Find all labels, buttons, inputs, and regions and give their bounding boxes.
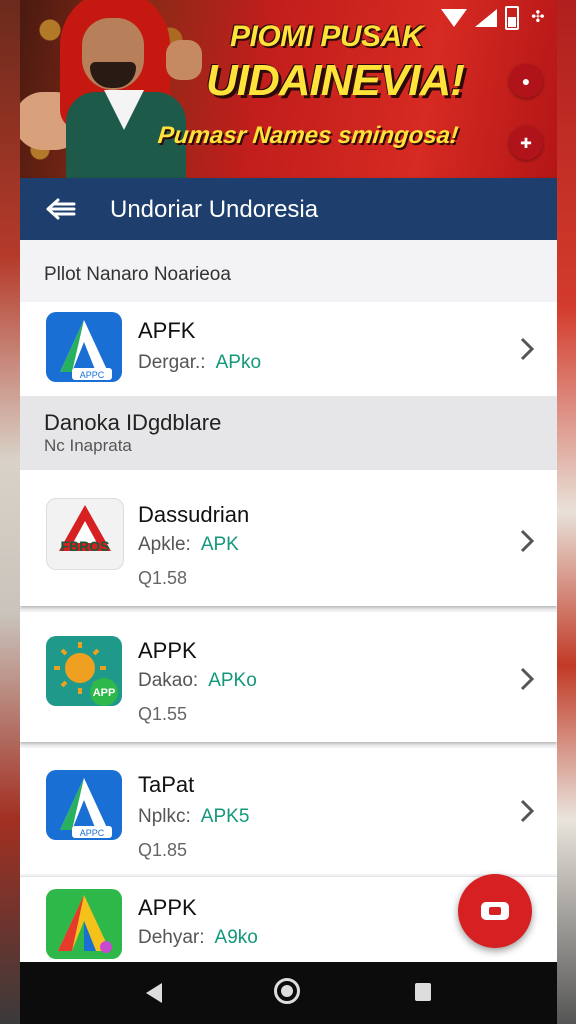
app-meta: Apkle: APK [138,534,239,555]
svg-text:FBROS: FBROS [61,538,110,554]
banner-title-line2: UIDAINEVIA! [206,56,465,105]
apk-a-logo-icon: APPC [46,770,122,840]
chevron-right-icon[interactable] [519,336,535,362]
featured-app-name: APFK [138,318,196,343]
list-item[interactable]: APPC TaPat Nplkc: APK5 Q1.85 [20,748,557,874]
app-bar-title: Undoriar Undoresia [110,196,319,223]
list-item[interactable]: FBROS Dassudrian Apkle: APK Q1.58 [20,470,557,606]
background-left [0,0,20,1024]
banner-plus-button[interactable]: ✚ [509,126,543,160]
colorful-a-logo-icon [46,889,122,959]
banner-record-button[interactable]: ● [509,64,543,98]
list-header: Pllot Nanaro Noarieoa [44,264,231,285]
app-name: APPK [138,895,197,920]
phone-screen: PIOMI PUSAK UIDAINEVIA! Pumasr Names smi… [20,0,557,1024]
featured-app-meta: Dergar.: APko [138,352,262,373]
background-right [556,0,576,1024]
camera-icon [481,902,509,920]
app-list-content: Pllot Nanaro Noarieoa APPC APFK Dergar.:… [20,240,557,963]
section-title: Danoka IDgdblare [44,410,222,435]
svg-text:APPC: APPC [80,828,105,838]
banner-subtitle: Pumasr Names smingosa! [156,122,460,149]
svg-text:APP: APP [93,687,116,699]
app-meta: Nplkc: APK5 [138,806,250,827]
signal-icon [475,9,497,27]
app-size: Q1.85 [138,840,188,860]
app-meta: Dehyar: A9ko [138,927,258,948]
section-header: Danoka IDgdblare Nc Inaprata [20,396,557,470]
list-item[interactable]: APP APPK Dakao: APKo Q1.55 [20,612,557,742]
record-fab-button[interactable] [458,874,532,948]
app-name: APPK [138,638,197,663]
wifi-icon [441,9,467,27]
chevron-right-icon[interactable] [519,528,535,554]
banner-figure-fist [166,40,202,80]
nav-back-icon[interactable] [144,982,164,1004]
svg-text:APPC: APPC [80,370,105,380]
chevron-right-icon[interactable] [519,798,535,824]
app-size: Q1.58 [138,568,188,588]
sun-logo-icon: APP [46,636,122,706]
section-subtitle: Nc Inaprata [44,436,132,455]
app-size: Q1.55 [138,704,188,724]
promo-banner[interactable]: PIOMI PUSAK UIDAINEVIA! Pumasr Names smi… [20,0,557,178]
status-bar: ✣ [441,6,549,30]
back-arrow-icon[interactable] [44,192,78,226]
battery-icon [505,6,519,30]
app-name: Dassudrian [138,502,250,527]
chevron-right-icon[interactable] [519,666,535,692]
featured-app-row[interactable]: APPC APFK Dergar.: APko [20,302,557,396]
app-name: TaPat [138,772,195,797]
app-meta: Dakao: APKo [138,670,257,691]
system-nav-bar [20,962,557,1024]
nav-home-icon[interactable] [274,978,300,1004]
red-triangle-logo-icon: FBROS [46,498,124,570]
nav-recent-icon[interactable] [414,982,432,1002]
app-bar: Undoriar Undoresia [20,178,557,240]
banner-title-line1: PIOMI PUSAK [230,20,423,53]
apk-a-logo-icon: APPC [46,312,122,382]
notification-icon: ✣ [531,9,545,26]
